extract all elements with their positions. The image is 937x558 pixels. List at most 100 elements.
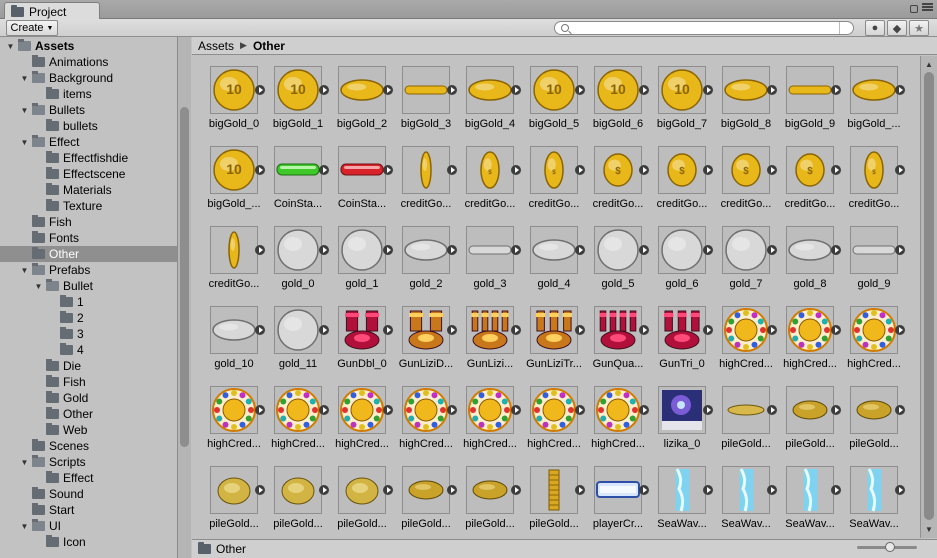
thumbnail-size-slider[interactable] <box>857 542 917 552</box>
asset-thumbnail[interactable] <box>594 226 642 274</box>
asset-item[interactable]: 10 bigGold_5 <box>512 56 585 136</box>
asset-thumbnail[interactable] <box>530 386 578 434</box>
asset-thumbnail[interactable] <box>274 306 322 354</box>
asset-item[interactable]: GunLizi... <box>448 296 521 376</box>
tree-item[interactable]: 2 <box>0 310 177 326</box>
tree-item[interactable]: Scenes <box>0 438 177 454</box>
asset-thumbnail[interactable]: 10 <box>594 66 642 114</box>
asset-thumbnail[interactable] <box>338 306 386 354</box>
create-dropdown-button[interactable]: Create ▼ <box>6 20 58 36</box>
asset-thumbnail[interactable] <box>658 466 706 514</box>
asset-item[interactable]: GunLiziD... <box>384 296 457 376</box>
asset-item[interactable]: highCred... <box>704 296 777 376</box>
tree-item[interactable]: ▼ Prefabs <box>0 262 177 278</box>
expand-arrow-icon[interactable]: ▼ <box>20 138 29 147</box>
asset-item[interactable]: $ creditGo... <box>448 136 521 216</box>
asset-thumbnail[interactable] <box>594 306 642 354</box>
asset-thumbnail[interactable] <box>466 466 514 514</box>
asset-thumbnail[interactable] <box>274 466 322 514</box>
asset-item[interactable]: gold_6 <box>640 216 713 296</box>
lock-icon[interactable] <box>910 5 918 13</box>
asset-thumbnail[interactable]: $ <box>466 146 514 194</box>
expand-subassets-icon[interactable] <box>895 405 905 415</box>
asset-item[interactable]: GunQua... <box>576 296 649 376</box>
tree-item[interactable]: items <box>0 86 177 102</box>
breadcrumb-current[interactable]: Other <box>253 39 285 53</box>
asset-item[interactable]: highCred... <box>768 296 841 376</box>
asset-thumbnail[interactable]: $ <box>594 146 642 194</box>
asset-thumbnail[interactable] <box>850 306 898 354</box>
tree-item[interactable]: Animations <box>0 54 177 70</box>
asset-item[interactable]: 10 bigGold_7 <box>640 56 713 136</box>
asset-grid-scroll-thumb[interactable] <box>924 72 934 520</box>
asset-thumbnail[interactable] <box>850 466 898 514</box>
asset-thumbnail[interactable] <box>722 306 770 354</box>
tree-item[interactable]: Fonts <box>0 230 177 246</box>
asset-thumbnail[interactable] <box>850 386 898 434</box>
asset-thumbnail[interactable] <box>850 66 898 114</box>
tree-item[interactable]: Materials <box>0 182 177 198</box>
asset-item[interactable]: SeaWav... <box>768 456 841 536</box>
expand-arrow-icon[interactable]: ▼ <box>20 106 29 115</box>
tree-item[interactable]: 1 <box>0 294 177 310</box>
tree-item[interactable]: 4 <box>0 342 177 358</box>
expand-arrow-icon[interactable]: ▼ <box>6 42 15 51</box>
folder-tree-scrollbar[interactable] <box>177 37 191 558</box>
asset-item[interactable]: gold_10 <box>192 296 265 376</box>
asset-thumbnail[interactable] <box>402 146 450 194</box>
expand-arrow-icon[interactable]: ▼ <box>34 282 43 291</box>
breadcrumb-assets[interactable]: Assets <box>198 39 234 53</box>
asset-grid-scrollbar[interactable]: ▲ ▼ <box>920 56 937 538</box>
asset-item[interactable]: creditGo... <box>192 216 265 296</box>
asset-item[interactable]: GunTri_0 <box>640 296 713 376</box>
asset-thumbnail[interactable]: $ <box>658 146 706 194</box>
tree-item[interactable]: Fish <box>0 374 177 390</box>
tree-item[interactable]: ▼ Bullets <box>0 102 177 118</box>
tab-project[interactable]: Project <box>4 2 100 20</box>
asset-thumbnail[interactable]: $ <box>530 146 578 194</box>
thumbnail-size-slider-knob[interactable] <box>885 542 895 552</box>
asset-thumbnail[interactable] <box>402 466 450 514</box>
asset-thumbnail[interactable] <box>658 386 706 434</box>
asset-item[interactable]: bigGold_2 <box>320 56 393 136</box>
asset-item[interactable]: CoinSta... <box>256 136 329 216</box>
asset-item[interactable]: SeaWav... <box>704 456 777 536</box>
asset-thumbnail[interactable] <box>466 226 514 274</box>
asset-thumbnail[interactable] <box>658 226 706 274</box>
asset-thumbnail[interactable] <box>274 226 322 274</box>
asset-item[interactable]: highCred... <box>512 376 585 456</box>
tree-item[interactable]: Effectscene <box>0 166 177 182</box>
asset-thumbnail[interactable] <box>658 306 706 354</box>
asset-item[interactable]: 10 bigGold_... <box>192 136 265 216</box>
asset-thumbnail[interactable] <box>786 386 834 434</box>
asset-thumbnail[interactable] <box>338 386 386 434</box>
tree-item[interactable]: Die <box>0 358 177 374</box>
asset-item[interactable]: $ creditGo... <box>576 136 649 216</box>
tree-item[interactable]: ▼ Assets <box>0 38 177 54</box>
asset-item[interactable]: gold_5 <box>576 216 649 296</box>
asset-thumbnail[interactable] <box>786 466 834 514</box>
asset-item[interactable]: pileGold... <box>448 456 521 536</box>
asset-thumbnail[interactable]: 10 <box>658 66 706 114</box>
asset-thumbnail[interactable] <box>338 146 386 194</box>
scroll-up-icon[interactable]: ▲ <box>925 60 933 69</box>
asset-item[interactable]: gold_1 <box>320 216 393 296</box>
asset-item[interactable]: highCred... <box>320 376 393 456</box>
asset-thumbnail[interactable]: 10 <box>274 66 322 114</box>
asset-item[interactable]: creditGo... <box>384 136 457 216</box>
tree-item[interactable]: Icon <box>0 534 177 550</box>
asset-thumbnail[interactable] <box>786 66 834 114</box>
asset-thumbnail[interactable] <box>722 466 770 514</box>
tree-item[interactable]: Start <box>0 502 177 518</box>
asset-thumbnail[interactable] <box>530 226 578 274</box>
asset-thumbnail[interactable]: $ <box>722 146 770 194</box>
tree-item[interactable]: Other <box>0 406 177 422</box>
asset-thumbnail[interactable] <box>722 226 770 274</box>
search-clear-icon[interactable] <box>839 22 851 34</box>
favorites-button[interactable]: ★ <box>909 20 929 36</box>
tree-item[interactable]: ▼ Scripts <box>0 454 177 470</box>
asset-thumbnail[interactable] <box>530 306 578 354</box>
asset-item[interactable]: highCred... <box>256 376 329 456</box>
asset-thumbnail[interactable] <box>722 66 770 114</box>
asset-thumbnail[interactable] <box>850 226 898 274</box>
